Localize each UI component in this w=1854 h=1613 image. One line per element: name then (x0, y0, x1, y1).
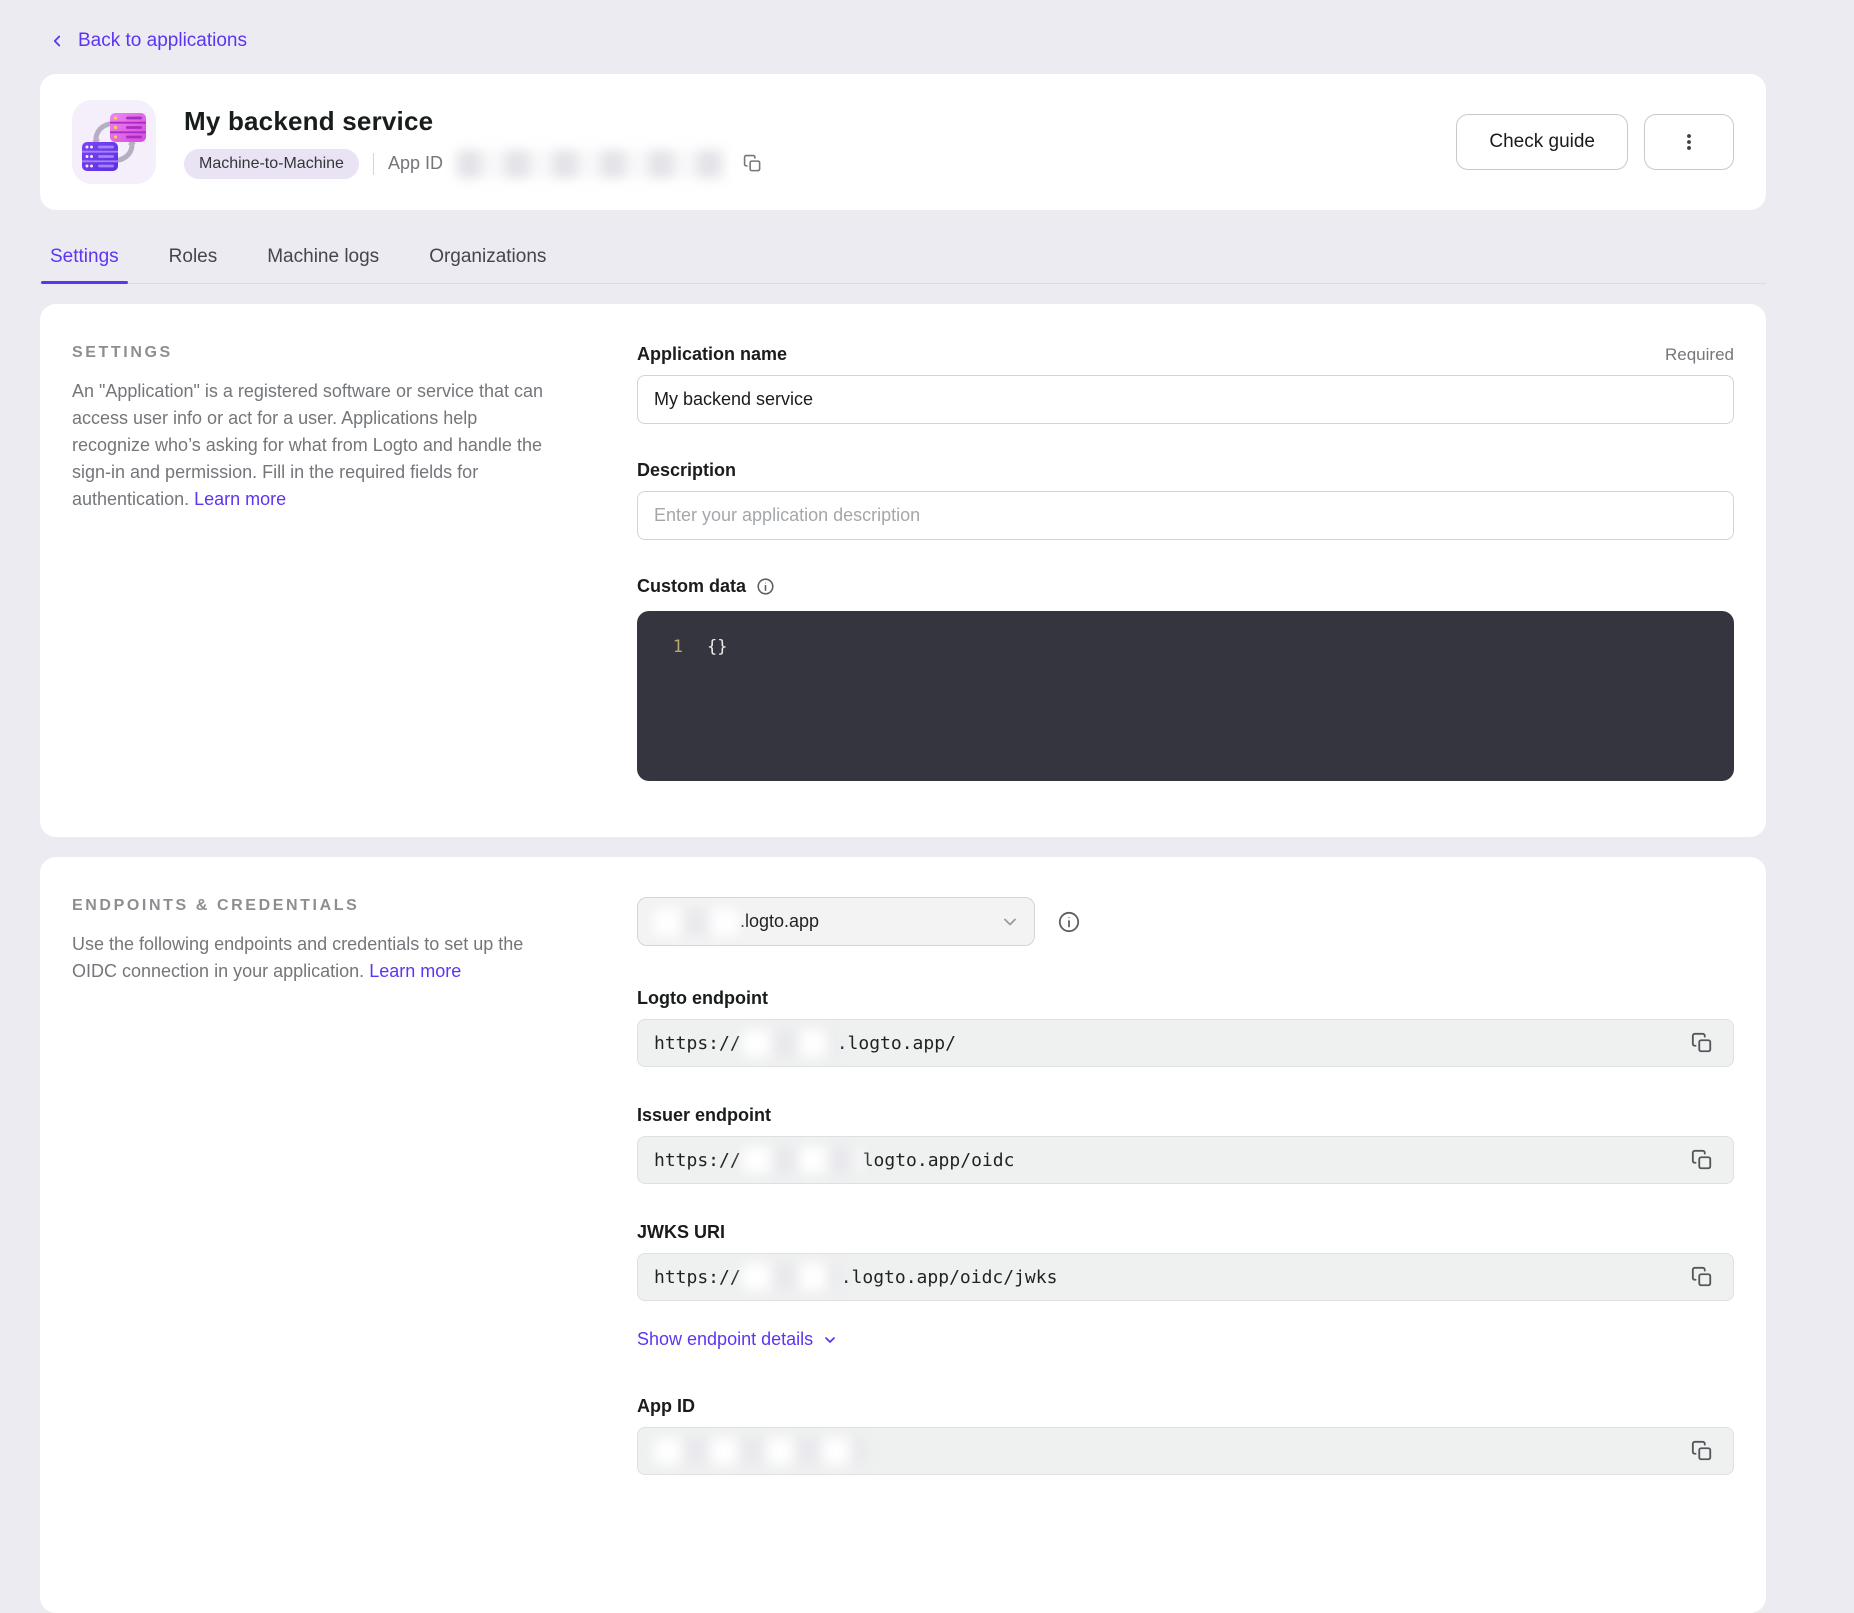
application-name-label: Application name (637, 344, 787, 365)
copy-logto-endpoint-button[interactable] (1679, 1022, 1725, 1064)
kebab-menu-icon (1678, 131, 1700, 153)
endpoints-card: ENDPOINTS & CREDENTIALS Use the followin… (40, 857, 1766, 1613)
check-guide-button[interactable]: Check guide (1456, 114, 1628, 170)
app-header-card: My backend service Machine-to-Machine Ap… (40, 74, 1766, 210)
copy-jwks-uri-button[interactable] (1679, 1256, 1725, 1298)
endpoints-form: .logto.app Logto endpoint https:// .logt… (637, 897, 1734, 1475)
required-indicator: Required (1665, 345, 1734, 365)
jwks-uri-redacted (743, 1264, 839, 1290)
app-type-badge: Machine-to-Machine (184, 149, 359, 179)
endpoints-section-title: ENDPOINTS & CREDENTIALS (72, 897, 577, 915)
jwks-uri-prefix: https:// (654, 1267, 741, 1288)
jwks-uri-group: JWKS URI https:// .logto.app/oidc/jwks (637, 1222, 1734, 1301)
issuer-endpoint-group: Issuer endpoint https:// logto.app/oidc (637, 1105, 1734, 1184)
copy-icon (1691, 1149, 1713, 1171)
app-id-redacted (654, 1438, 866, 1464)
description-input[interactable] (637, 491, 1734, 540)
tab-machine-logs[interactable]: Machine logs (265, 236, 381, 283)
tab-organizations[interactable]: Organizations (427, 236, 548, 283)
logto-endpoint-suffix: .logto.app/ (837, 1033, 956, 1054)
app-id-group: App ID (637, 1396, 1734, 1475)
more-actions-button[interactable] (1644, 114, 1734, 170)
settings-section-description: An "Application" is a registered softwar… (72, 381, 543, 509)
settings-section-intro: SETTINGS An "Application" is a registere… (72, 344, 577, 513)
issuer-endpoint-suffix: logto.app/oidc (863, 1150, 1015, 1171)
copy-app-id-button[interactable] (739, 150, 766, 177)
chevron-down-icon (822, 1332, 838, 1348)
back-to-applications-link[interactable]: Back to applications (48, 30, 247, 52)
domain-info-icon[interactable] (1057, 910, 1081, 934)
issuer-endpoint-prefix: https:// (654, 1150, 741, 1171)
description-label: Description (637, 460, 736, 481)
description-field-group: Description (637, 460, 1734, 540)
application-details-page: Back to applications (0, 0, 1854, 1613)
copy-icon (1691, 1032, 1713, 1054)
application-name-input[interactable] (637, 375, 1734, 424)
domain-select[interactable]: .logto.app (637, 897, 1035, 946)
issuer-endpoint-value: https:// logto.app/oidc (637, 1136, 1734, 1184)
jwks-uri-value: https:// .logto.app/oidc/jwks (637, 1253, 1734, 1301)
custom-data-info-icon[interactable] (756, 577, 775, 596)
chevron-left-icon (48, 32, 66, 50)
jwks-uri-suffix: .logto.app/oidc/jwks (841, 1267, 1058, 1288)
settings-learn-more-link[interactable]: Learn more (194, 489, 286, 509)
copy-icon (1691, 1266, 1713, 1288)
issuer-endpoint-label: Issuer endpoint (637, 1105, 1734, 1126)
copy-issuer-endpoint-button[interactable] (1679, 1139, 1725, 1181)
custom-data-field-group: Custom data 1 {} (637, 576, 1734, 781)
meta-divider (373, 153, 374, 175)
settings-form: Application name Required Description Cu… (637, 344, 1734, 781)
tab-settings[interactable]: Settings (48, 236, 121, 283)
editor-code-content: {} (707, 637, 727, 657)
logto-endpoint-label: Logto endpoint (637, 988, 1734, 1009)
back-link-label: Back to applications (78, 30, 247, 52)
domain-select-row: .logto.app (637, 897, 1734, 946)
copy-app-id-field-button[interactable] (1679, 1430, 1725, 1472)
editor-line-number: 1 (637, 637, 683, 657)
domain-select-value: .logto.app (740, 911, 819, 932)
chevron-down-icon (1000, 912, 1020, 932)
app-id-label: App ID (388, 153, 443, 174)
app-id-field-label: App ID (637, 1396, 1734, 1417)
tab-roles[interactable]: Roles (167, 236, 220, 283)
logto-endpoint-group: Logto endpoint https:// .logto.app/ (637, 988, 1734, 1067)
application-name-field-group: Application name Required (637, 344, 1734, 424)
app-title: My backend service (184, 106, 766, 137)
header-actions: Check guide (1456, 114, 1734, 170)
copy-icon (743, 154, 762, 173)
show-endpoint-details-link[interactable]: Show endpoint details (637, 1329, 838, 1350)
settings-section-title: SETTINGS (72, 344, 577, 362)
endpoints-section-intro: ENDPOINTS & CREDENTIALS Use the followin… (72, 897, 577, 985)
settings-card: SETTINGS An "Application" is a registere… (40, 304, 1766, 837)
machine-to-machine-app-icon (72, 100, 156, 184)
show-details-label: Show endpoint details (637, 1329, 813, 1350)
custom-data-label: Custom data (637, 576, 746, 597)
app-header-info: My backend service Machine-to-Machine Ap… (184, 106, 766, 179)
app-id-field-value (637, 1427, 1734, 1475)
jwks-uri-label: JWKS URI (637, 1222, 1734, 1243)
issuer-endpoint-redacted (743, 1147, 861, 1173)
tab-bar: Settings Roles Machine logs Organization… (40, 236, 1766, 284)
logto-endpoint-redacted (743, 1030, 835, 1056)
endpoints-learn-more-link[interactable]: Learn more (369, 961, 461, 981)
domain-prefix-redacted (654, 909, 738, 935)
app-id-redacted-value (457, 150, 725, 178)
custom-data-code-editor[interactable]: 1 {} (637, 611, 1734, 781)
copy-icon (1691, 1440, 1713, 1462)
logto-endpoint-value: https:// .logto.app/ (637, 1019, 1734, 1067)
logto-endpoint-prefix: https:// (654, 1033, 741, 1054)
